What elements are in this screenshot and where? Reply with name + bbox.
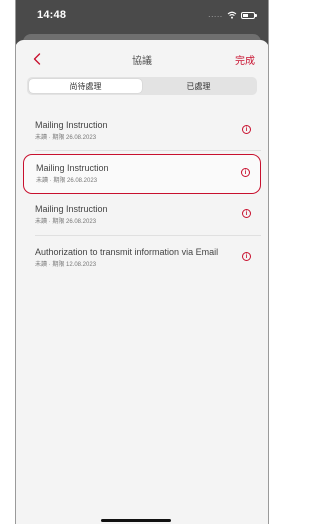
list-item[interactable]: Mailing Instruction 未讀 · 期限 26.08.2023 i: [23, 196, 261, 236]
battery-icon: [241, 11, 257, 19]
item-title: Mailing Instruction: [35, 204, 108, 214]
item-subtitle: 未讀 · 期限 26.08.2023: [36, 178, 98, 184]
divider: [35, 150, 261, 151]
item-subtitle: 未讀 · 期限 26.08.2023: [35, 135, 97, 141]
wifi-icon: [227, 6, 237, 24]
tab-processed[interactable]: 已處理: [142, 79, 255, 93]
page-title: 協議: [132, 55, 152, 67]
info-icon[interactable]: i: [241, 168, 250, 177]
info-icon[interactable]: i: [242, 125, 251, 134]
list-item[interactable]: Mailing Instruction 未讀 · 期限 26.08.2023 i: [23, 112, 261, 152]
agreements-sheet: 協議 完成 尚待處理 已處理 Mailing Instruction 未讀 · …: [15, 40, 269, 524]
divider: [35, 235, 261, 236]
back-button[interactable]: [27, 49, 47, 69]
item-title: Mailing Instruction: [35, 120, 108, 130]
status-time: 14:48: [37, 9, 67, 21]
home-indicator: [101, 519, 171, 522]
list-item[interactable]: Authorization to transmit information vi…: [23, 239, 261, 279]
nav-bar: 協議 完成: [15, 40, 269, 78]
tab-pending[interactable]: 尚待處理: [29, 79, 142, 93]
item-subtitle: 未讀 · 期限 26.08.2023: [35, 219, 97, 225]
list-item[interactable]: Mailing Instruction 未讀 · 期限 26.08.2023 i: [23, 154, 261, 194]
status-segmented-control: 尚待處理 已處理: [27, 77, 257, 95]
signal-dots: .....: [208, 11, 223, 19]
chevron-left-icon: [33, 53, 41, 65]
status-bar: 14:48 .....: [15, 0, 269, 30]
phone-screen: 14:48 ..... 協議 完成 尚待處理 已處理 Mailing Instr…: [15, 0, 269, 524]
item-subtitle: 未讀 · 期限 12.08.2023: [35, 262, 97, 268]
info-icon[interactable]: i: [242, 252, 251, 261]
item-title: Authorization to transmit information vi…: [35, 247, 219, 257]
info-icon[interactable]: i: [242, 209, 251, 218]
done-button[interactable]: 完成: [235, 52, 255, 67]
item-title: Mailing Instruction: [36, 163, 109, 173]
status-icons: .....: [208, 6, 257, 24]
